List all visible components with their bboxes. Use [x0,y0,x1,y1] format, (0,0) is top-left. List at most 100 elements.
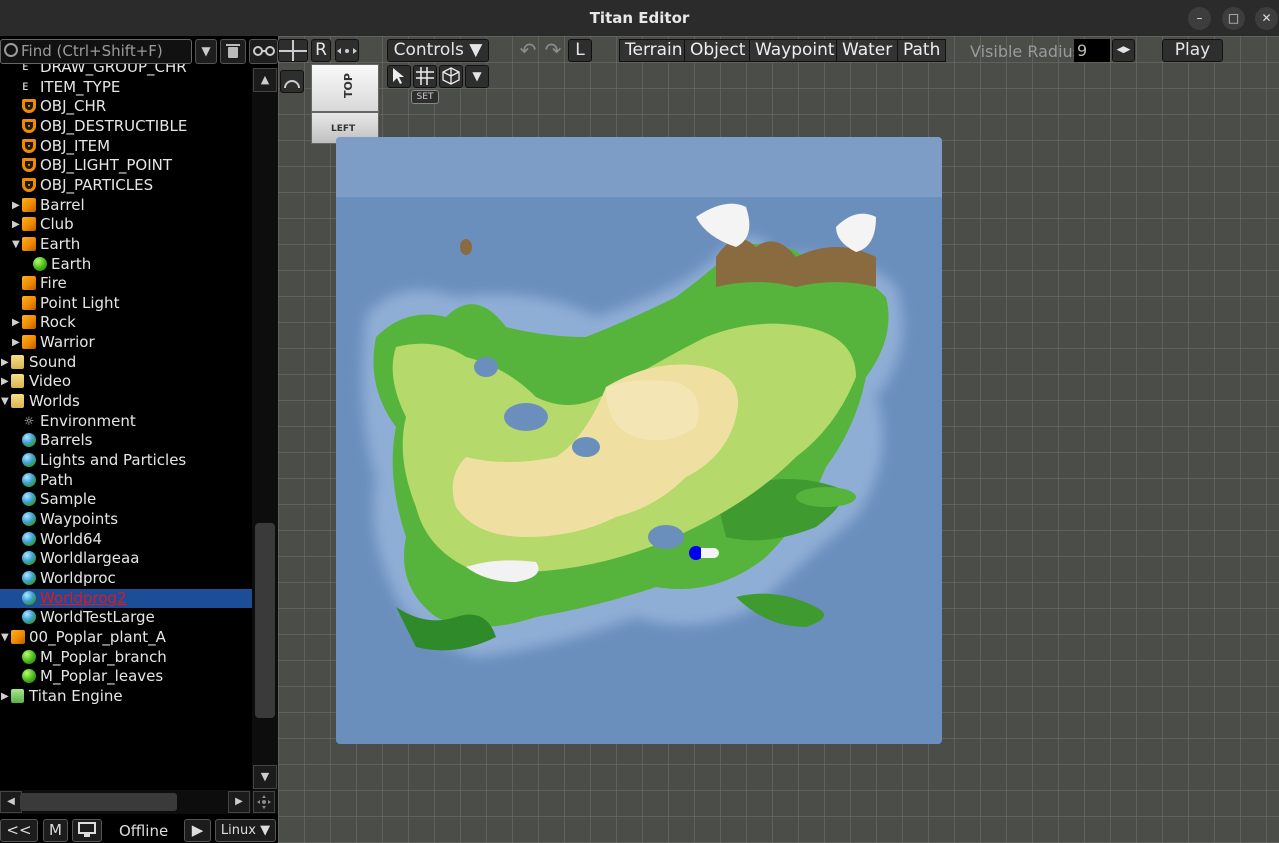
tree-item[interactable]: OBJ_DESTRUCTIBLE [0,117,252,136]
pan-button[interactable] [253,791,275,813]
visible-radius-stepper[interactable]: ◀▶ [1112,39,1135,62]
orbit-button[interactable] [280,70,304,93]
search-dropdown-button[interactable]: ▼ [195,39,217,64]
tree-item[interactable]: ▶ Warrior [0,333,252,352]
tree-item-label: OBJ_DESTRUCTIBLE [40,116,188,135]
search-input[interactable]: Find (Ctrl+Shift+F) [0,39,192,64]
tree-item[interactable]: Worldlargeaa [0,549,252,568]
cube-icon [22,295,36,310]
tree-item[interactable]: OBJ_CHR [0,97,252,116]
tree-item[interactable]: Waypoints [0,510,252,529]
r-button[interactable]: R [311,39,331,62]
tree-item[interactable]: ▶ Video [0,372,252,391]
tree-item[interactable]: Worldproc [0,569,252,588]
controls-dropdown[interactable]: Controls ▼ [387,39,489,62]
scroll-thumb[interactable] [255,523,275,718]
tree-item-label: Fire [40,274,67,293]
tree-item[interactable]: OBJ_PARTICLES [0,176,252,195]
maximize-button[interactable]: □ [1222,7,1245,30]
mode-terrain-tab[interactable]: Terrain [619,39,689,62]
expanded-arrow-icon[interactable]: ▼ [1,392,11,411]
scroll-left-button[interactable]: ◀ [0,791,22,813]
tree-vertical-scrollbar[interactable]: ▲ ▼ [252,68,278,794]
collapsed-arrow-icon[interactable]: ▶ [12,333,22,352]
tree-item-label: Waypoints [40,509,119,528]
tree-item[interactable]: ▼ Earth [0,235,252,254]
expanded-arrow-icon[interactable]: ▼ [1,628,11,647]
play-button[interactable]: Play [1162,39,1223,62]
platform-select[interactable]: Linux ▼ [215,819,276,842]
tree-item-label: Worldlargeaa [40,549,140,568]
run-button[interactable]: ▶ [184,819,211,842]
tree-item[interactable]: ᴇ DRAW_GROUP_CHR [0,64,252,77]
visible-radius-input[interactable]: 9 [1074,39,1110,62]
tree-item[interactable]: Fire [0,274,252,293]
collapsed-arrow-icon[interactable]: ▶ [12,196,22,215]
tree-item[interactable]: OBJ_ITEM [0,137,252,156]
tool-dropdown-button[interactable]: ▼ [465,65,489,88]
l-button[interactable]: L [568,39,592,62]
close-button[interactable]: ✕ [1255,7,1278,30]
scroll-up-button[interactable]: ▲ [253,68,277,92]
tree-item[interactable]: M_Poplar_leaves [0,667,252,686]
collapsed-arrow-icon[interactable]: ▶ [12,215,22,234]
m-button[interactable]: M [43,819,68,842]
tree-item[interactable]: ▶ Rock [0,313,252,332]
tree-item[interactable]: ☼ Environment [0,412,252,431]
tree-item[interactable]: WorldTestLarge [0,608,252,627]
mode-water-tab[interactable]: Water [836,39,899,62]
box-tool-button[interactable] [439,65,463,88]
tree-item[interactable]: ▶ Barrel [0,196,252,215]
search-icon [4,43,18,57]
tree-item[interactable]: Worldprog2 [0,588,252,608]
shield-icon [22,118,36,133]
collapsed-arrow-icon[interactable]: ▶ [1,687,11,706]
tree-item-label: OBJ_PARTICLES [40,175,154,194]
view-cube-top-face[interactable]: TOP [311,64,379,112]
tree-item[interactable]: ▼ 00_Poplar_plant_A [0,628,252,647]
monitor-button[interactable] [72,819,102,842]
mode-waypoint-tab[interactable]: Waypoint [749,39,841,62]
collapsed-arrow-icon[interactable]: ▶ [12,313,22,332]
snap-button[interactable] [335,39,359,62]
collapsed-arrow-icon[interactable]: ▶ [1,353,11,372]
tree-item[interactable]: Lights and Particles [0,451,252,470]
hscroll-thumb[interactable] [20,793,177,811]
minimize-button[interactable]: – [1188,7,1211,30]
tree-item[interactable]: World64 [0,530,252,549]
tree-item[interactable]: Point Light [0,294,252,313]
glasses-button[interactable] [249,39,278,64]
tree-item[interactable]: OBJ_LIGHT_POINT [0,156,252,175]
tree-item[interactable]: ᴇ ITEM_TYPE [0,78,252,97]
scroll-down-button[interactable]: ▼ [253,765,277,789]
tree-item[interactable]: ▶ Club [0,215,252,234]
collapse-panel-button[interactable]: << [0,819,38,842]
set-label[interactable]: SET [411,90,439,104]
tree-horizontal-scrollbar[interactable]: ◀ ▶ [0,790,278,814]
redo-button[interactable]: ↷ [541,39,565,62]
expanded-arrow-icon[interactable]: ▼ [12,235,22,254]
undo-button[interactable]: ↶ [516,39,540,62]
globe-icon [22,531,36,546]
tree-item-label: Worldprog2 [40,588,127,607]
tree-item[interactable]: Sample [0,490,252,509]
tree-item[interactable]: M_Poplar_branch [0,648,252,667]
mode-object-tab[interactable]: Object [684,39,752,62]
collapsed-arrow-icon[interactable]: ▶ [1,372,11,391]
trash-button[interactable] [220,39,246,64]
grid-tool-button[interactable] [413,65,437,88]
trash-icon [226,44,240,58]
tree-item[interactable]: Barrels [0,431,252,450]
mode-path-tab[interactable]: Path [897,39,947,62]
terrain-map[interactable] [336,137,942,744]
scroll-right-button[interactable]: ▶ [228,791,250,813]
tree-item[interactable]: ▶ Sound [0,353,252,372]
tree-item[interactable]: ▶ Titan Engine [0,687,252,706]
tree-item[interactable]: Path [0,471,252,490]
select-tool-button[interactable] [387,65,411,88]
scene-viewport[interactable]: R Controls ▼ ↶ ↷ L ▼ SET Terrain Object … [278,36,1279,843]
crosshair-button[interactable] [278,39,308,62]
tree-item[interactable]: ▼ Worlds [0,392,252,411]
folder-icon [11,374,24,389]
tree-item[interactable]: Earth [0,255,252,274]
